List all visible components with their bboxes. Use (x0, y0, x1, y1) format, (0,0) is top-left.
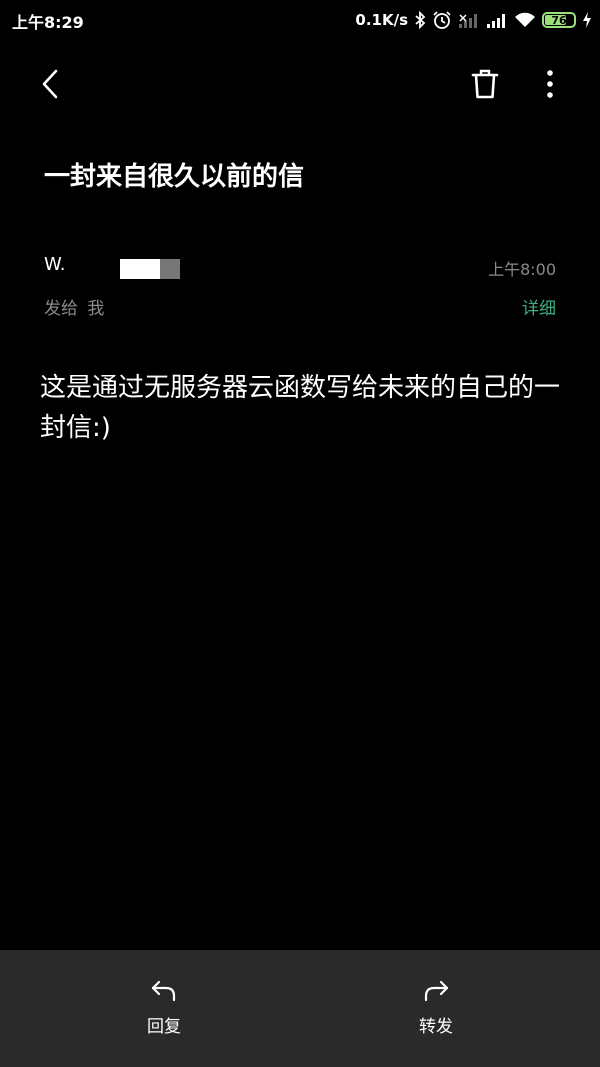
alarm-icon (432, 10, 452, 30)
forward-button[interactable]: 转发 (396, 980, 476, 1040)
reply-button[interactable]: 回复 (124, 980, 204, 1040)
forward-icon (422, 980, 450, 1006)
bottom-action-bar: 回复 转发 (0, 950, 600, 1067)
forward-label: 转发 (419, 1017, 453, 1037)
status-icons: 0.1K/s 76 (355, 8, 592, 32)
more-vertical-icon (546, 69, 554, 103)
charging-icon (582, 11, 592, 29)
details-link[interactable]: 详细 (522, 294, 556, 319)
mail-body: 这是通过无服务器云函数写给未来的自己的一封信:) (40, 373, 561, 443)
battery-level: 76 (551, 13, 567, 27)
recipient-row: 发给 我 详细 (44, 292, 556, 320)
back-button[interactable] (30, 66, 70, 106)
battery-icon: 76 (542, 12, 576, 28)
delete-button[interactable] (463, 66, 507, 106)
chevron-left-icon (40, 68, 60, 104)
network-speed: 0.1K/s (355, 11, 408, 29)
status-bar: 上午8:29 0.1K/s 76 (0, 0, 600, 40)
reply-icon (150, 980, 178, 1006)
redacted-block (120, 259, 160, 279)
toolbar (0, 56, 600, 116)
sent-time: 上午8:00 (488, 260, 556, 279)
wifi-icon (514, 12, 536, 28)
bluetooth-icon (414, 11, 426, 29)
trash-icon (471, 68, 499, 104)
sender-name[interactable]: W. (44, 254, 65, 275)
status-time: 上午8:29 (12, 13, 84, 32)
more-button[interactable] (530, 66, 570, 106)
reply-label: 回复 (147, 1017, 181, 1037)
sender-row: W. 上午8:00 (44, 252, 556, 282)
redacted-block (160, 259, 180, 279)
signal-weak-icon (458, 12, 480, 28)
recipient-text: 发给 我 (44, 299, 105, 319)
mail-subject: 一封来自很久以前的信 (44, 162, 305, 192)
signal-strong-icon (486, 12, 508, 28)
